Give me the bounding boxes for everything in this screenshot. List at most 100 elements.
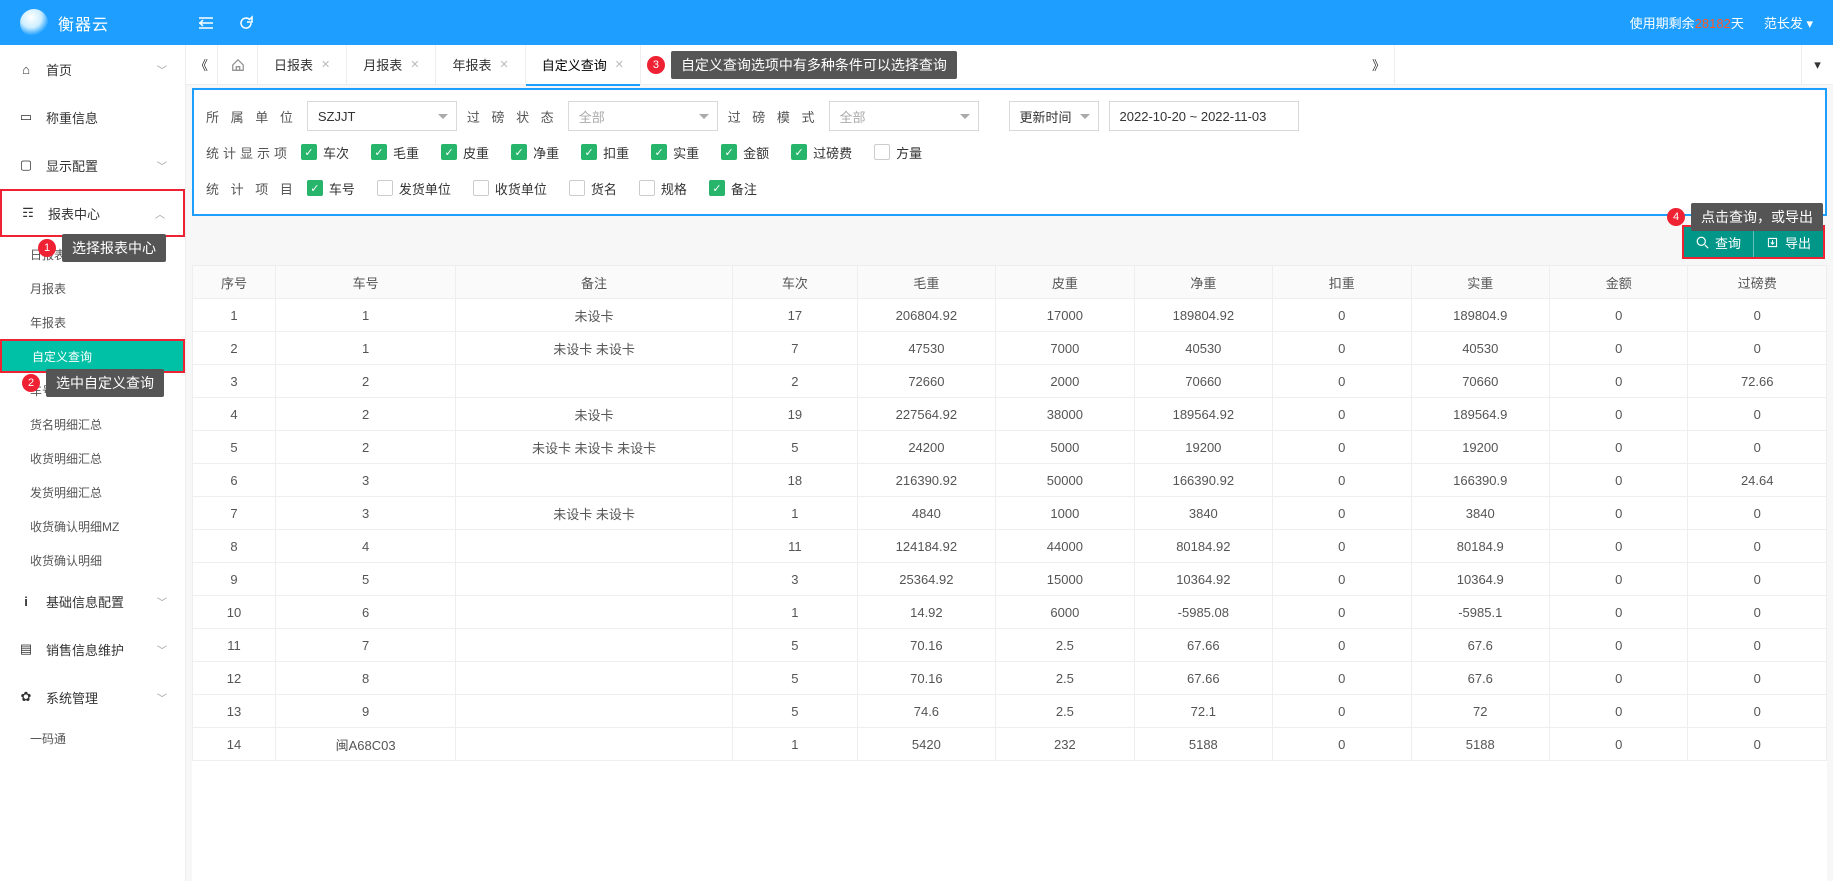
table-cell: 0: [1550, 299, 1688, 332]
checkbox-opts3-2[interactable]: 收货单位: [473, 179, 547, 198]
tabs-more[interactable]: ▾: [1801, 45, 1833, 85]
tab-home[interactable]: [218, 45, 258, 85]
status-select[interactable]: 全部: [568, 101, 718, 131]
table-cell: 6: [193, 464, 276, 497]
tab-label: 月报表: [363, 55, 402, 74]
close-icon[interactable]: ✕: [499, 58, 508, 71]
tabs-scroll-left[interactable]: 《: [186, 45, 218, 85]
tab-1[interactable]: 月报表 ✕: [347, 45, 436, 85]
tabs-scroll-right[interactable]: 》: [1363, 45, 1395, 85]
checkbox-label: 实重: [673, 143, 699, 162]
table-cell: 0: [1273, 299, 1411, 332]
table-row[interactable]: 8411124184.924400080184.92080184.900: [193, 530, 1827, 563]
username-menu[interactable]: 范长发 ▾: [1764, 13, 1813, 32]
table-cell: 0: [1550, 629, 1688, 662]
tab-2[interactable]: 年报表✕: [436, 45, 525, 85]
close-icon[interactable]: ✕: [615, 58, 624, 71]
checkbox-opts2-7[interactable]: 过磅费: [791, 143, 852, 162]
tab-3[interactable]: 自定义查询✕: [526, 45, 641, 85]
sidebar-sales[interactable]: ▤ 销售信息维护 ﹀: [0, 625, 185, 673]
checkbox-opts3-4[interactable]: 规格: [639, 179, 687, 198]
sidebar-item-report-8[interactable]: 收货确认明细MZ: [0, 509, 185, 543]
table-row[interactable]: 73未设卡 未设卡14840100038400384000: [193, 497, 1827, 530]
close-icon[interactable]: ✕: [410, 58, 419, 71]
results-table: 序号车号备注车次毛重皮重净重扣重实重金额过磅费 11未设卡17206804.92…: [192, 265, 1827, 761]
refresh-button[interactable]: [226, 0, 266, 45]
topbar: 衡器云 使用期剩余28182天 范长发 ▾: [0, 0, 1833, 45]
table-row[interactable]: 106114.926000-5985.080-5985.100: [193, 596, 1827, 629]
sidebar-item-report-3[interactable]: 自定义查询: [0, 339, 185, 373]
sidebar-base-config[interactable]: i 基础信息配置 ﹀: [0, 577, 185, 625]
table-cell: 5188: [1134, 728, 1272, 761]
chevron-down-icon: ▾: [1806, 16, 1813, 31]
table-cell: 15000: [996, 563, 1134, 596]
tab-label: 日报表: [274, 55, 313, 74]
sidebar-home[interactable]: ⌂ 首页 ﹀: [0, 45, 185, 93]
table-cell: 0: [1550, 695, 1688, 728]
export-button[interactable]: 导出: [1753, 227, 1823, 257]
checkbox-opts2-5[interactable]: 实重: [651, 143, 699, 162]
table-row[interactable]: 14闽A68C031542023251880518800: [193, 728, 1827, 761]
sidebar-item-report-9[interactable]: 收货确认明细: [0, 543, 185, 577]
date-range-input[interactable]: 2022-10-20 ~ 2022-11-03: [1109, 101, 1299, 131]
org-select[interactable]: SZJJT: [307, 101, 457, 131]
table-row[interactable]: 128570.162.567.66067.600: [193, 662, 1827, 695]
checkbox-opts2-1[interactable]: 毛重: [371, 143, 419, 162]
table-cell: 72660: [857, 365, 995, 398]
sidebar-item-report-5[interactable]: 货名明细汇总: [0, 407, 185, 441]
checkbox-label: 过磅费: [813, 143, 852, 162]
sidebar-item-report-6[interactable]: 收货明细汇总: [0, 441, 185, 475]
main: 《 日报表✕月报表✕年报表✕自定义查询✕ 3 自定义查询选项中有多种条件可以选择…: [186, 45, 1833, 881]
table-row[interactable]: 95325364.921500010364.92010364.900: [193, 563, 1827, 596]
table-row[interactable]: 117570.162.567.66067.600: [193, 629, 1827, 662]
checkbox-opts2-0[interactable]: 车次: [301, 143, 349, 162]
query-button[interactable]: 查询: [1684, 227, 1753, 257]
table-cell: 80184.9: [1411, 530, 1549, 563]
sidebar-item-report-1[interactable]: 月报表: [0, 271, 185, 305]
mode-select[interactable]: 全部: [829, 101, 979, 131]
table-cell: -5985.1: [1411, 596, 1549, 629]
table-cell: 0: [1273, 398, 1411, 431]
table-cell: 0: [1688, 662, 1827, 695]
table-row[interactable]: 21未设卡 未设卡74753070004053004053000: [193, 332, 1827, 365]
table-cell: 0: [1273, 365, 1411, 398]
table-cell: 0: [1550, 332, 1688, 365]
sidebar-code[interactable]: 一码通: [0, 721, 185, 755]
home-icon: [231, 58, 245, 72]
sidebar-system[interactable]: ✿ 系统管理 ﹀: [0, 673, 185, 721]
toggle-sidebar-button[interactable]: [186, 0, 226, 45]
table-cell: 67.66: [1134, 662, 1272, 695]
table-row[interactable]: 11未设卡17206804.9217000189804.920189804.90…: [193, 299, 1827, 332]
checkbox-label: 货名: [591, 179, 617, 198]
table-row[interactable]: 42未设卡19227564.9238000189564.920189564.90…: [193, 398, 1827, 431]
sidebar-display[interactable]: ▢ 显示配置 ﹀: [0, 141, 185, 189]
checkbox-opts2-8[interactable]: 方量: [874, 143, 922, 162]
sidebar-weigh[interactable]: ▭ 称重信息: [0, 93, 185, 141]
close-icon[interactable]: ✕: [321, 58, 330, 71]
table-cell: 124184.92: [857, 530, 995, 563]
checkbox-opts3-5[interactable]: 备注: [709, 179, 757, 198]
table-cell: 11: [733, 530, 858, 563]
checkbox-opts2-4[interactable]: 扣重: [581, 143, 629, 162]
table-row[interactable]: 6318216390.9250000166390.920166390.9024.…: [193, 464, 1827, 497]
checkbox-opts3-3[interactable]: 货名: [569, 179, 617, 198]
tab-0[interactable]: 日报表 ✕: [258, 45, 347, 85]
checkbox-opts2-2[interactable]: 皮重: [441, 143, 489, 162]
time-type-select[interactable]: 更新时间: [1009, 101, 1099, 131]
checkbox-opts3-0[interactable]: 车号: [307, 179, 355, 198]
checkbox-opts3-1[interactable]: 发货单位: [377, 179, 451, 198]
table-row[interactable]: 52未设卡 未设卡 未设卡52420050001920001920000: [193, 431, 1827, 464]
monitor-icon: ▢: [18, 157, 34, 173]
topbar-right: 使用期剩余28182天 范长发 ▾: [1630, 0, 1833, 45]
tabs-bar: 《 日报表✕月报表✕年报表✕自定义查询✕ 3 自定义查询选项中有多种条件可以选择…: [186, 45, 1833, 85]
table-row[interactable]: 139574.62.572.107200: [193, 695, 1827, 728]
checkbox-opts2-6[interactable]: 金额: [721, 143, 769, 162]
table-cell: 7: [276, 629, 456, 662]
report-icon: ☶: [20, 205, 36, 221]
sidebar-report-center[interactable]: ☶ 报表中心 ︿: [0, 189, 185, 237]
table-row[interactable]: 32272660200070660070660072.66: [193, 365, 1827, 398]
checkbox-opts2-3[interactable]: 净重: [511, 143, 559, 162]
sidebar-item-report-7[interactable]: 发货明细汇总: [0, 475, 185, 509]
table-cell: 5: [276, 563, 456, 596]
sidebar-item-report-2[interactable]: 年报表: [0, 305, 185, 339]
